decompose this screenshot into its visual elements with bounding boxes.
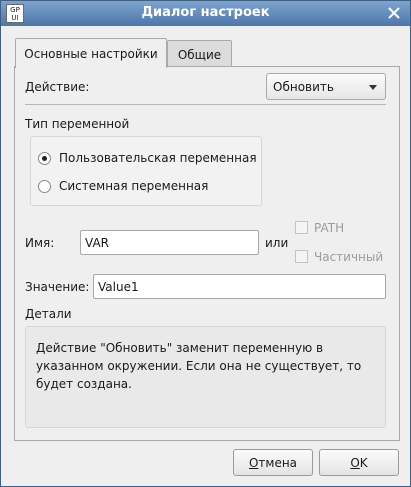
radio-user-variable[interactable] <box>38 152 51 165</box>
name-input-value: VAR <box>85 235 109 250</box>
settings-dialog: GP UI Диалог настроек Основные настройки… <box>0 0 411 487</box>
value-label: Значение: <box>25 280 90 294</box>
variable-type-title: Тип переменной <box>25 117 130 131</box>
details-text: Действие "Обновить" заменит переменную в… <box>36 341 362 391</box>
or-label: или <box>265 236 289 250</box>
cancel-label-rest: тмена <box>258 455 298 470</box>
close-icon[interactable] <box>386 5 402 21</box>
details-box: Действие "Обновить" заменит переменную в… <box>25 326 386 428</box>
tab-main-settings[interactable]: Основные настройки <box>15 38 167 68</box>
partial-checkbox-label: Частичный <box>314 250 384 264</box>
cancel-button[interactable]: Отмена <box>233 449 313 476</box>
ok-button[interactable]: ОK <box>319 449 399 476</box>
details-title: Детали <box>25 307 72 321</box>
chevron-down-icon <box>369 85 377 90</box>
name-input[interactable]: VAR <box>80 230 259 255</box>
value-input-value: Value1 <box>98 279 139 294</box>
partial-checkbox[interactable] <box>295 250 308 263</box>
action-label: Действие: <box>25 80 90 94</box>
variable-type-group <box>30 136 262 206</box>
cancel-mnemonic: О <box>248 455 259 470</box>
tab-main-settings-label: Основные настройки <box>24 46 158 61</box>
radio-system-variable[interactable] <box>38 180 51 193</box>
name-label: Имя: <box>25 236 55 250</box>
window-title: Диалог настроек <box>141 5 270 20</box>
path-checkbox-label: PATH <box>314 221 345 235</box>
ok-label-rest: K <box>359 455 368 470</box>
title-bar[interactable]: GP UI Диалог настроек <box>1 1 410 26</box>
radio-system-variable-label[interactable]: Системная переменная <box>59 179 208 193</box>
divider <box>25 104 386 105</box>
tab-general-label: Общие <box>177 47 222 62</box>
ok-mnemonic: О <box>350 455 360 470</box>
tab-general[interactable]: Общие <box>167 40 232 68</box>
action-dropdown-value: Обновить <box>273 79 334 94</box>
value-input[interactable]: Value1 <box>93 274 386 299</box>
path-checkbox[interactable] <box>295 221 308 234</box>
action-dropdown[interactable]: Обновить <box>266 73 386 100</box>
radio-user-variable-label[interactable]: Пользовательская переменная <box>59 151 257 165</box>
